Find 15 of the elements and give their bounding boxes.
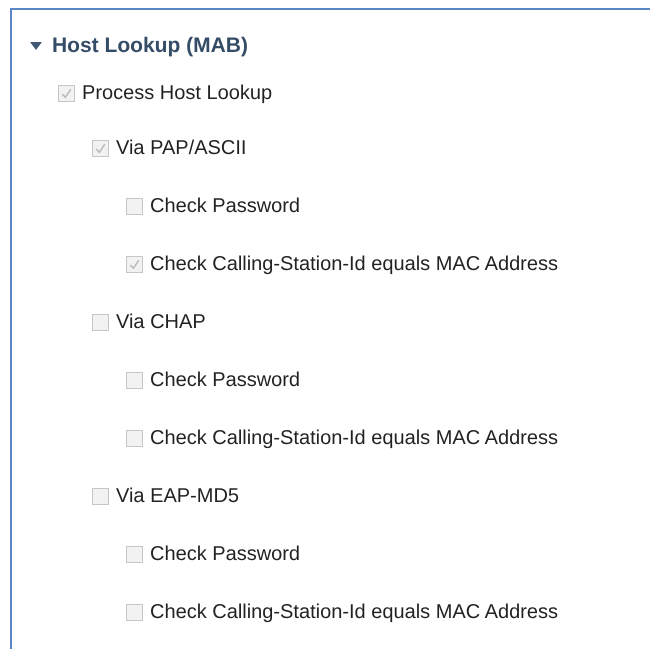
section-title: Host Lookup (MAB) bbox=[52, 34, 248, 58]
collapse-icon[interactable] bbox=[30, 42, 42, 50]
checkbox-label: Process Host Lookup bbox=[82, 82, 272, 104]
check-icon bbox=[128, 258, 141, 270]
check-icon bbox=[94, 142, 107, 154]
checkbox-label: Check Password bbox=[150, 368, 300, 392]
checkbox-label: Via CHAP bbox=[116, 310, 206, 334]
checkbox-label: Check Password bbox=[150, 194, 300, 218]
checkbox-label: Check Password bbox=[150, 542, 300, 566]
checkbox-label: Check Calling-Station-Id equals MAC Address bbox=[150, 252, 558, 276]
checkbox-label: Check Calling-Station-Id equals MAC Address bbox=[150, 426, 558, 450]
checkbox-label: Via EAP-MD5 bbox=[116, 484, 240, 508]
checkbox-label: Via PAP/ASCII bbox=[116, 136, 246, 160]
check-icon bbox=[60, 86, 73, 100]
checkbox-label: Check Calling-Station-Id equals MAC Address bbox=[150, 600, 558, 624]
